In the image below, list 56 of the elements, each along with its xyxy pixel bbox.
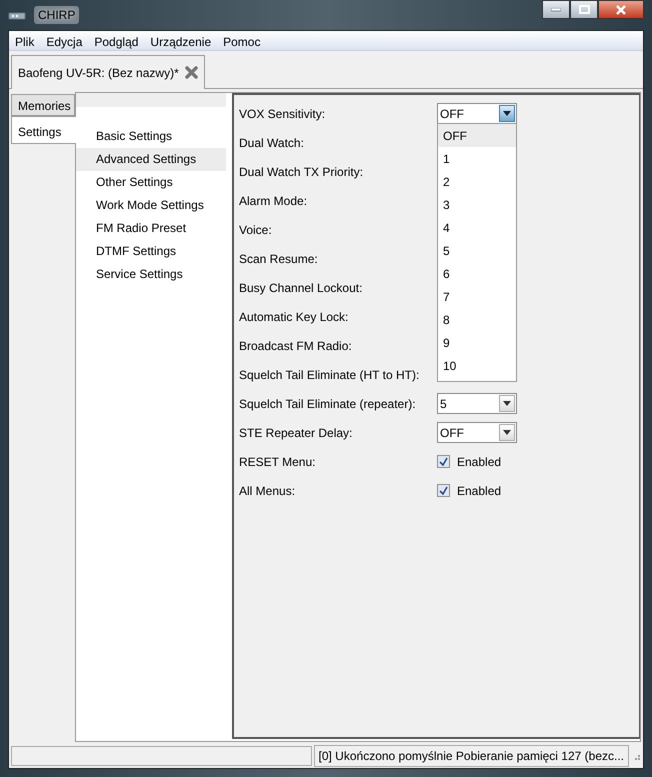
setting-label: Squelch Tail Eliminate (HT to HT): <box>239 366 420 384</box>
side-tab[interactable]: Memories <box>11 94 75 116</box>
menu-item[interactable]: Podgląd <box>88 31 144 50</box>
checkbox[interactable] <box>437 484 450 497</box>
menu-item[interactable]: Edycja <box>40 31 88 50</box>
dropdown-option[interactable]: 1 <box>438 147 516 170</box>
close-icon <box>615 4 627 14</box>
dropdown-option[interactable]: 2 <box>438 170 516 193</box>
dropdown-option[interactable]: 7 <box>438 285 516 308</box>
menu-item[interactable]: Urządzenie <box>144 31 218 50</box>
maximize-button[interactable] <box>570 0 598 19</box>
checkbox-label: Enabled <box>457 454 502 470</box>
minimize-icon <box>551 8 561 12</box>
setting-label: STE Repeater Delay: <box>239 424 354 442</box>
close-icon[interactable] <box>184 66 198 79</box>
window-title: CHIRP <box>34 6 80 24</box>
menu-item[interactable]: Pomoc <box>217 31 266 50</box>
menu-item[interactable]: Plik <box>9 31 40 50</box>
section-item[interactable]: Work Mode Settings <box>76 194 226 217</box>
section-item[interactable]: FM Radio Preset <box>76 217 226 240</box>
setting-label: Scan Resume: <box>239 250 319 268</box>
dropdown-option[interactable]: 6 <box>438 262 516 285</box>
close-button[interactable] <box>598 0 644 19</box>
checkbox-label: Enabled <box>457 482 502 500</box>
dropdown-option[interactable]: 8 <box>438 308 516 331</box>
section-item[interactable]: Advanced Settings <box>76 148 226 171</box>
checkbox[interactable] <box>437 455 450 468</box>
minimize-button[interactable] <box>542 0 570 19</box>
dropdown-option[interactable]: 3 <box>438 193 516 216</box>
section-item[interactable]: Basic Settings <box>76 125 226 148</box>
dropdown-option[interactable]: 9 <box>438 331 516 354</box>
combo-box[interactable]: OFF <box>437 422 517 443</box>
setting-label: RESET Menu: <box>239 454 316 470</box>
setting-label: Squelch Tail Eliminate (repeater): <box>239 396 417 412</box>
dropdown-option[interactable]: 5 <box>438 239 516 262</box>
section-item[interactable]: Other Settings <box>76 171 226 194</box>
status-message: [0] Ukończono pomyślnie Pobieranie pamięci 127 (bezc... <box>314 745 629 767</box>
setting-label: All Menus: <box>239 482 296 500</box>
setting-label: Dual Watch: <box>239 134 305 152</box>
section-item[interactable]: Service Settings <box>76 263 226 286</box>
setting-label: Broadcast FM Radio: <box>239 338 353 354</box>
side-tab[interactable]: Settings <box>11 116 76 144</box>
setting-label: Alarm Mode: <box>239 192 308 210</box>
combo-box[interactable]: OFF <box>437 103 517 124</box>
setting-label: Busy Channel Lockout: <box>239 280 364 296</box>
dropdown-option[interactable]: 10 <box>438 354 516 377</box>
dropdown-option[interactable]: 4 <box>438 216 516 239</box>
setting-label: VOX Sensitivity: <box>239 106 326 122</box>
app-icon <box>8 10 26 21</box>
setting-label: Automatic Key Lock: <box>239 308 350 326</box>
setting-label: Dual Watch TX Priority: <box>239 164 364 180</box>
setting-label: Voice: <box>239 222 273 238</box>
combo-box[interactable]: 5 <box>437 393 517 414</box>
dropdown-option[interactable]: OFF <box>438 124 516 147</box>
maximize-icon <box>578 5 590 14</box>
section-item[interactable]: DTMF Settings <box>76 240 226 263</box>
